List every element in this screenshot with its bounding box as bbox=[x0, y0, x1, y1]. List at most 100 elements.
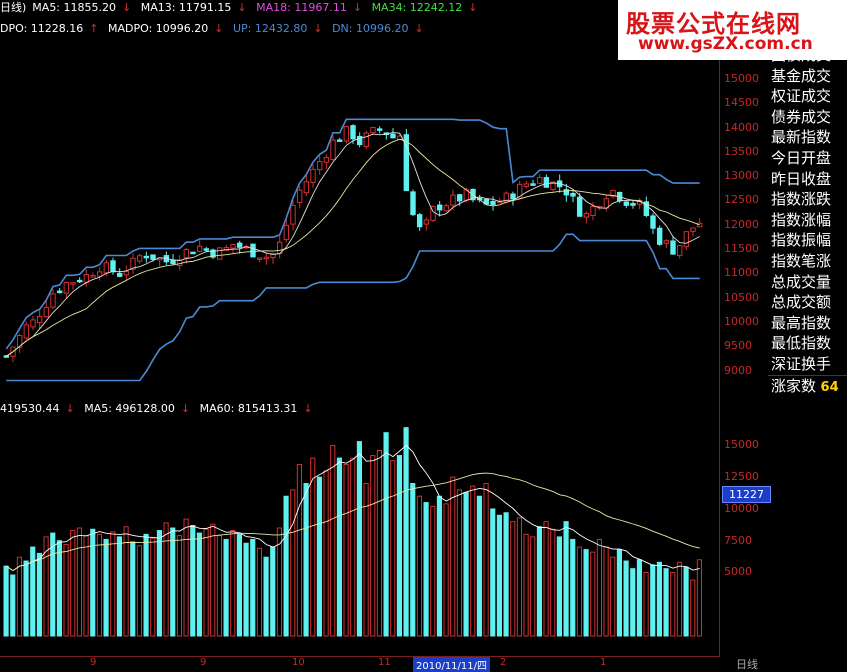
volume-bar bbox=[650, 564, 656, 637]
candle-body bbox=[683, 231, 690, 248]
price-tick-label: 12500 bbox=[724, 193, 759, 207]
volume-bar bbox=[523, 533, 529, 637]
volume-bar bbox=[516, 517, 522, 637]
candle-body bbox=[530, 183, 536, 186]
candle-body bbox=[456, 194, 463, 202]
candle-body bbox=[316, 161, 323, 171]
candle-body bbox=[43, 306, 50, 318]
volume-bar bbox=[410, 483, 416, 637]
volume-bar bbox=[23, 560, 29, 637]
volume-bar bbox=[203, 528, 209, 637]
quote-field-item[interactable]: 基金成交 bbox=[768, 66, 847, 87]
quote-field-item[interactable]: 深证换手 bbox=[768, 354, 847, 375]
volume-bar bbox=[190, 524, 196, 637]
candle-body bbox=[256, 257, 263, 260]
volume-bar bbox=[116, 536, 123, 637]
candle-body bbox=[423, 219, 430, 225]
candle-body bbox=[230, 244, 236, 249]
volume-bar bbox=[230, 530, 236, 637]
upper-band-line bbox=[5, 118, 700, 350]
volume-bar bbox=[356, 441, 363, 637]
month-label: 9 bbox=[200, 657, 207, 668]
quote-field-item[interactable]: 涨家数 64 bbox=[768, 374, 847, 397]
candle-body bbox=[70, 282, 76, 285]
candle-body bbox=[103, 262, 110, 274]
volume-bar bbox=[583, 549, 589, 637]
volume-bar bbox=[636, 559, 642, 637]
volume-bar bbox=[403, 427, 409, 637]
candle-body bbox=[283, 224, 290, 240]
month-label: 1 bbox=[600, 657, 607, 668]
price-tick-label: 9500 bbox=[724, 339, 752, 353]
volume-bar bbox=[536, 526, 542, 637]
month-label: 10 bbox=[292, 657, 305, 668]
volume-bar bbox=[316, 476, 323, 637]
vol-ma60-value: MA60: 815413.31 bbox=[199, 402, 298, 415]
volume-bar bbox=[176, 535, 182, 637]
period-label[interactable]: 日线 bbox=[736, 656, 758, 672]
quote-field-item[interactable]: 指数振幅 bbox=[768, 230, 847, 251]
candle-body bbox=[170, 259, 176, 265]
quote-field-item[interactable]: 总成交量 bbox=[768, 272, 847, 293]
month-label: 11 bbox=[378, 657, 391, 668]
candle-body bbox=[390, 133, 396, 139]
quote-field-item[interactable]: 指数涨幅 bbox=[768, 210, 847, 231]
price-tick-label: 14500 bbox=[724, 96, 759, 110]
candle-body bbox=[410, 191, 416, 216]
volume-bar bbox=[183, 518, 189, 637]
volume-bar bbox=[336, 457, 343, 637]
volume-bar bbox=[450, 476, 456, 637]
quote-field-item[interactable]: 指数笔涨 bbox=[768, 251, 847, 272]
volume-bar bbox=[556, 536, 562, 637]
volume-bar bbox=[270, 546, 276, 637]
candle-body bbox=[443, 205, 450, 212]
price-chart-panel[interactable]: 日线) MA5: 11855.20 ↓ MA13: 11791.15 ↓ MA18: … bbox=[0, 0, 720, 400]
candle-body bbox=[150, 254, 156, 260]
volume-bar bbox=[543, 521, 549, 637]
volume-bar bbox=[223, 538, 229, 637]
volume-bar bbox=[630, 568, 636, 637]
volume-bar bbox=[443, 503, 449, 637]
volume-bar bbox=[156, 530, 162, 637]
candle-body bbox=[696, 222, 703, 228]
candle-body bbox=[576, 196, 583, 217]
volume-bar bbox=[283, 495, 289, 637]
candle-body bbox=[690, 227, 696, 232]
volume-bar bbox=[690, 579, 696, 637]
candle-body bbox=[96, 271, 103, 277]
candle-body bbox=[670, 240, 676, 255]
ma5-value: MA5: 11855.20 bbox=[32, 1, 116, 14]
volume-bar bbox=[250, 538, 256, 637]
candle-body bbox=[310, 168, 316, 183]
volume-value: 419530.44 bbox=[0, 402, 60, 415]
quote-field-item[interactable]: 昨日收盘 bbox=[768, 169, 847, 190]
volume-chart-panel[interactable]: 419530.44 ↓ MA5: 496128.00 ↓ MA60: 815413.… bbox=[0, 400, 720, 656]
volume-bar bbox=[103, 538, 109, 637]
candle-body bbox=[676, 245, 683, 256]
candle-body bbox=[536, 177, 543, 184]
quote-field-item[interactable]: 今日开盘 bbox=[768, 148, 847, 169]
volume-bar bbox=[603, 546, 609, 637]
quote-field-item[interactable]: 最高指数 bbox=[768, 313, 847, 334]
volume-bar bbox=[396, 455, 403, 637]
volume-bar bbox=[256, 547, 263, 637]
price-chart[interactable] bbox=[0, 0, 720, 400]
quote-field-item[interactable]: 权证成交 bbox=[768, 86, 847, 107]
price-tick-label: 11500 bbox=[724, 242, 759, 256]
volume-bar bbox=[390, 460, 396, 637]
candle-body bbox=[630, 203, 636, 206]
quote-field-item[interactable]: 最低指数 bbox=[768, 333, 847, 354]
candle-body bbox=[143, 255, 150, 259]
volume-chart[interactable] bbox=[0, 400, 720, 656]
quote-field-item[interactable]: 总成交额 bbox=[768, 292, 847, 313]
candle-body bbox=[83, 274, 90, 283]
volume-bar bbox=[163, 522, 169, 637]
quote-field-item[interactable]: 指数涨跌 bbox=[768, 189, 847, 210]
quote-field-item[interactable]: 债券成交 bbox=[768, 107, 847, 128]
quote-field-list: 国债成交基金成交权证成交债券成交最新指数今日开盘昨日收盘指数涨跌指数涨幅指数振幅… bbox=[768, 45, 847, 396]
candle-body bbox=[543, 177, 550, 188]
watermark-url: www.gsZX.com.cn bbox=[638, 34, 813, 54]
quote-field-item[interactable]: 最新指数 bbox=[768, 127, 847, 148]
volume-tick-label: 10000 bbox=[724, 501, 759, 515]
month-label: 9 bbox=[90, 657, 97, 668]
